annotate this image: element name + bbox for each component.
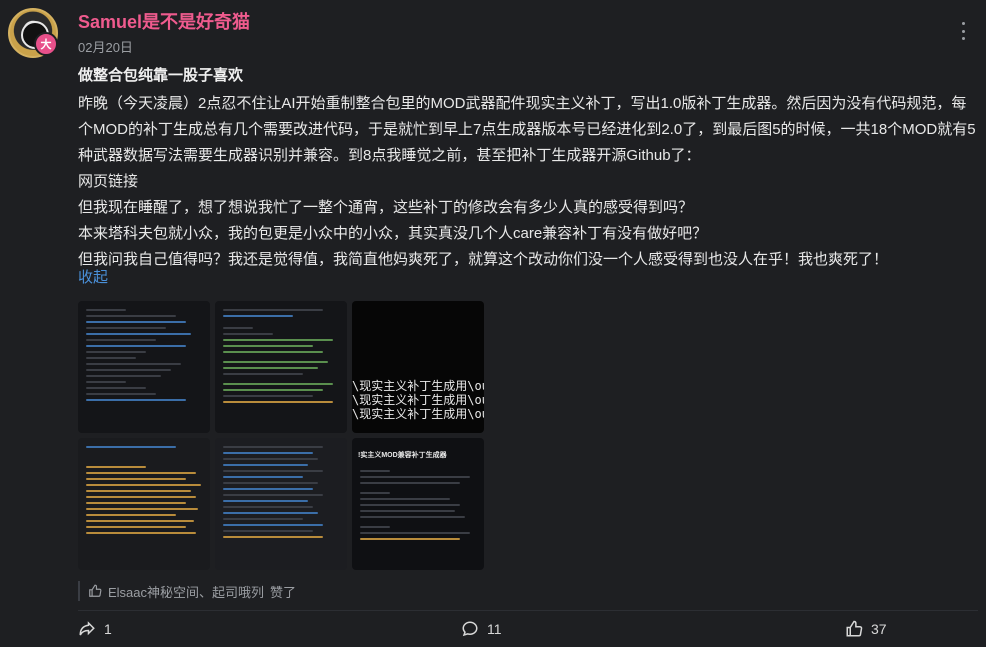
liked-by-names[interactable]: Elsaac神秘空间、起司哦列	[108, 582, 264, 601]
thumbnail-text-line: \现实主义补丁生成用\outpu	[352, 393, 484, 407]
post-date: 02月20日	[78, 40, 133, 55]
image-thumbnail-3[interactable]: \现实主义补丁生成用\outpu \现实主义补丁生成用\outpu \现实主义补…	[352, 301, 484, 433]
post-paragraph: 但我现在睡醒了，想了想说我忙了一整个通宵，这些补丁的修改会有多少人真的感受得到吗…	[78, 199, 694, 216]
comment-count: 11	[487, 621, 502, 637]
liked-by-row: Elsaac神秘空间、起司哦列 赞了	[78, 581, 978, 601]
thumbs-up-icon	[846, 620, 863, 637]
image-thumbnail-5[interactable]	[215, 438, 347, 570]
thumbnail-title: !实主义MOD兼容补丁生成器	[358, 452, 447, 459]
image-grid: \现实主义补丁生成用\outpu \现实主义补丁生成用\outpu \现实主义补…	[78, 301, 484, 571]
share-button[interactable]: 1	[78, 620, 112, 638]
post-paragraph: 本来塔科夫包就小众，我的包更是小众中的小众，其实真没几个人care兼容补丁有没有…	[78, 225, 708, 242]
author-name[interactable]: Samuel是不是好奇猫	[78, 8, 250, 34]
image-thumbnail-4[interactable]	[78, 438, 210, 570]
post-paragraph: 但我问我自己值得吗？我还是觉得值，我简直他妈爽死了，就算这个改动你们没一个人感受…	[78, 251, 889, 268]
thumbnail-text-line: \现实主义补丁生成用\outpu	[352, 379, 484, 393]
image-thumbnail-6[interactable]: !实主义MOD兼容补丁生成器	[352, 438, 484, 570]
level-badge: 大	[34, 32, 58, 56]
share-count: 1	[104, 621, 112, 637]
post-body: 昨晚（今天凌晨）2点忍不住让AI开始重制整合包里的MOD武器配件现实主义补丁，写…	[78, 91, 978, 273]
post-title: 做整合包纯靠一股子喜欢	[78, 67, 244, 84]
thumbs-up-icon	[89, 584, 102, 597]
like-count: 37	[871, 621, 887, 637]
more-options-icon[interactable]	[958, 22, 968, 40]
divider	[78, 610, 978, 611]
image-thumbnail-2[interactable]	[215, 301, 347, 433]
like-button[interactable]: 37	[845, 620, 887, 638]
comment-icon	[462, 621, 478, 637]
comment-button[interactable]: 11	[461, 620, 502, 638]
collapse-button[interactable]: 收起	[78, 266, 108, 287]
image-thumbnail-1[interactable]	[78, 301, 210, 433]
liked-by-suffix: 赞了	[270, 584, 297, 600]
thumbnail-text-line: \现实主义补丁生成用\outpu	[352, 407, 484, 421]
post-paragraph: 昨晚（今天凌晨）2点忍不住让AI开始重制整合包里的MOD武器配件现实主义补丁，写…	[78, 95, 976, 164]
share-icon	[79, 621, 95, 636]
web-link[interactable]: 网页链接	[78, 169, 978, 195]
